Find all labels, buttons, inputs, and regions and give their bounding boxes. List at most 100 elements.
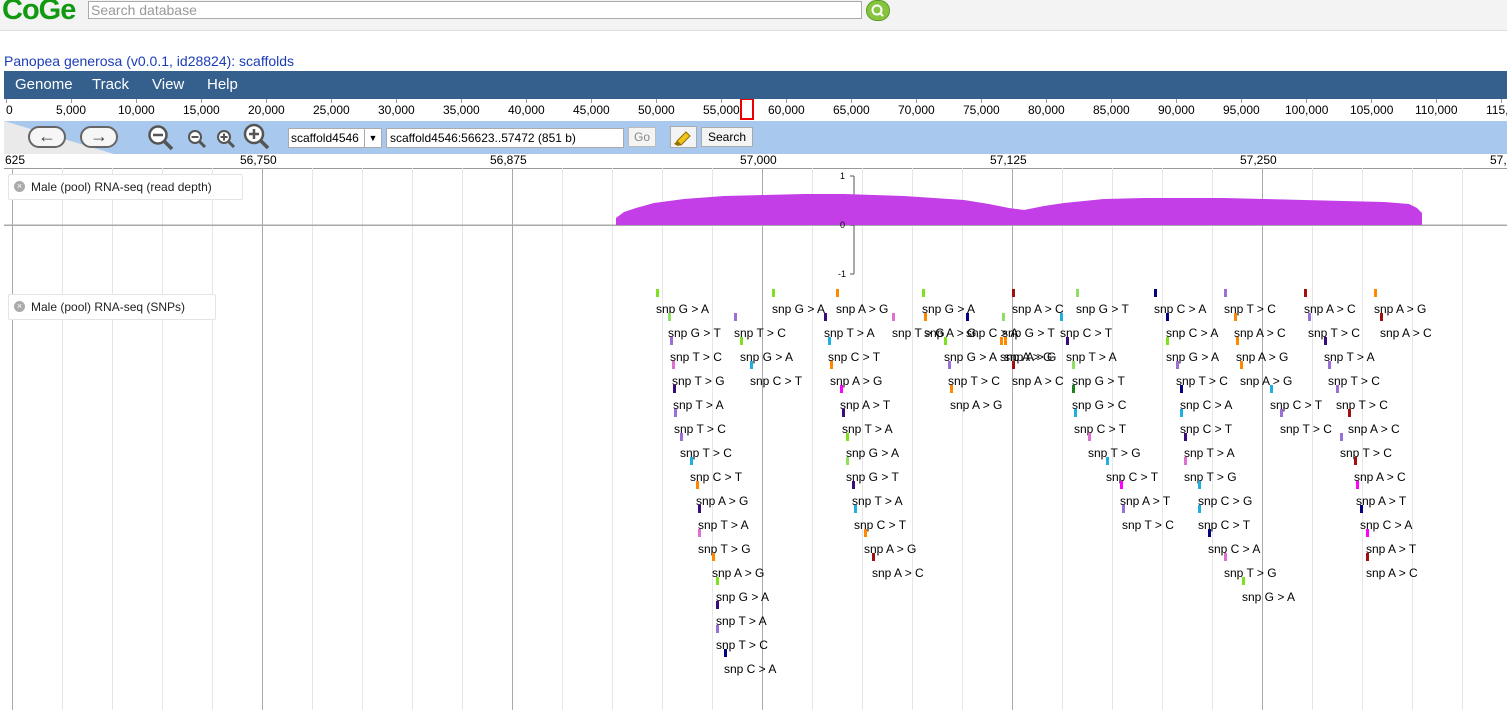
snp-marker[interactable] — [716, 577, 719, 585]
snp-marker[interactable] — [1348, 409, 1351, 417]
snp-feature[interactable]: snp G > T — [1002, 313, 1055, 340]
snp-feature[interactable]: snp A > C — [1304, 289, 1356, 316]
snp-marker[interactable] — [696, 481, 699, 489]
snp-marker[interactable] — [716, 601, 719, 609]
snp-feature[interactable]: snp C > T — [1074, 409, 1126, 436]
snp-marker[interactable] — [724, 649, 727, 657]
snp-feature[interactable]: snp C > T — [1270, 385, 1322, 412]
snp-marker[interactable] — [854, 505, 857, 513]
snp-marker[interactable] — [1154, 289, 1157, 297]
snp-marker[interactable] — [734, 313, 737, 321]
snp-marker[interactable] — [1184, 433, 1187, 441]
snp-marker[interactable] — [846, 433, 849, 441]
snp-feature[interactable]: snp A > T — [1356, 481, 1406, 508]
snp-feature[interactable]: snp T > G — [698, 529, 751, 556]
snp-marker[interactable] — [1224, 553, 1227, 561]
snp-feature[interactable]: snp G > C — [1072, 385, 1126, 412]
snp-marker[interactable] — [750, 361, 753, 369]
snp-feature[interactable]: snp T > C — [680, 433, 732, 460]
zoom-out-icon[interactable] — [186, 129, 208, 151]
snp-marker[interactable] — [712, 553, 715, 561]
snp-feature[interactable]: snp A > C — [872, 553, 924, 580]
snp-feature[interactable]: snp G > A — [740, 337, 793, 364]
snp-marker[interactable] — [966, 313, 969, 321]
snp-marker[interactable] — [1304, 289, 1307, 297]
snp-marker[interactable] — [1242, 577, 1245, 585]
snp-marker[interactable] — [1066, 337, 1069, 345]
snp-feature[interactable]: snp A > G — [830, 361, 882, 388]
snp-marker[interactable] — [1374, 289, 1377, 297]
snp-feature[interactable]: snp T > A — [1324, 337, 1375, 364]
snp-feature[interactable]: snp C > A — [1208, 529, 1260, 556]
snp-feature[interactable]: snp A > C — [1366, 553, 1418, 580]
snp-feature[interactable]: snp G > A — [1166, 337, 1219, 364]
snp-marker[interactable] — [668, 313, 671, 321]
snp-feature[interactable]: snp T > C — [1122, 505, 1174, 532]
snp-marker[interactable] — [1324, 337, 1327, 345]
snp-feature[interactable]: snp A > G — [1240, 361, 1292, 388]
snp-feature[interactable]: snp G > A — [656, 289, 709, 316]
snp-marker[interactable] — [828, 337, 831, 345]
page-title[interactable]: Panopea generosa (v0.0.1, id28824): scaf… — [4, 53, 294, 69]
snp-marker[interactable] — [1074, 409, 1077, 417]
snp-marker[interactable] — [656, 289, 659, 297]
snp-feature[interactable]: snp A > G — [712, 553, 764, 580]
snp-marker[interactable] — [1060, 313, 1063, 321]
snp-marker[interactable] — [1308, 313, 1311, 321]
snp-marker[interactable] — [1122, 505, 1125, 513]
snp-marker[interactable] — [836, 289, 839, 297]
snp-marker[interactable] — [673, 385, 676, 393]
snp-marker[interactable] — [864, 529, 867, 537]
track-label-snps[interactable]: × Male (pool) RNA-seq (SNPs) — [8, 294, 217, 320]
menu-genome[interactable]: Genome — [15, 76, 73, 93]
snp-feature[interactable]: snp T > C — [948, 361, 1000, 388]
snp-feature[interactable]: snp C > A — [1166, 313, 1218, 340]
snp-feature[interactable]: snp T > G — [1088, 433, 1141, 460]
snp-marker[interactable] — [680, 433, 683, 441]
snp-feature[interactable]: snp A > T — [1366, 529, 1416, 556]
snp-feature[interactable]: snp T > A — [824, 313, 875, 340]
menu-help[interactable]: Help — [207, 76, 238, 93]
snp-feature[interactable]: snp T > C — [670, 337, 722, 364]
snp-feature[interactable]: snp A > C — [1354, 457, 1406, 484]
snp-marker[interactable] — [1236, 337, 1239, 345]
snp-marker[interactable] — [842, 409, 845, 417]
snp-marker[interactable] — [698, 529, 701, 537]
search-track-button[interactable]: Search — [701, 127, 753, 147]
snp-marker[interactable] — [716, 625, 719, 633]
overview-location-box[interactable] — [740, 99, 754, 120]
snp-marker[interactable] — [1208, 529, 1211, 537]
overview-ruler[interactable]: 0 5,000 10,000 15,000 20,000 25,000 30,000 35,0… — [4, 99, 1507, 122]
snp-marker[interactable] — [1354, 457, 1357, 465]
snp-marker[interactable] — [740, 337, 743, 345]
snp-marker[interactable] — [950, 385, 953, 393]
snp-marker[interactable] — [1072, 361, 1075, 369]
snp-marker[interactable] — [1072, 385, 1075, 393]
zoom-out-large-icon[interactable] — [146, 124, 176, 152]
snp-feature[interactable]: snp T > A — [1184, 433, 1235, 460]
snp-feature[interactable]: snp C > T — [750, 361, 802, 388]
snp-feature[interactable]: snp C > A — [1180, 385, 1232, 412]
snp-marker[interactable] — [1240, 361, 1243, 369]
snp-feature[interactable]: snp A > T — [1120, 481, 1170, 508]
search-button[interactable] — [866, 0, 890, 21]
coge-logo[interactable]: CoGe — [2, 0, 76, 27]
snp-marker[interactable] — [1180, 385, 1183, 393]
snp-feature[interactable]: snp C > T — [854, 505, 906, 532]
snp-feature[interactable]: snp G > A — [772, 289, 825, 316]
snp-marker[interactable] — [872, 553, 875, 561]
snp-feature[interactable]: snp C > T — [1198, 505, 1250, 532]
snp-marker[interactable] — [1280, 409, 1283, 417]
snp-feature[interactable]: snp T > C — [1340, 433, 1392, 460]
snp-marker[interactable] — [1224, 289, 1227, 297]
close-icon[interactable]: × — [14, 301, 25, 312]
track-area[interactable]: × Male (pool) RNA-seq (read depth) 1 0 -… — [4, 168, 1507, 710]
snp-feature[interactable]: snp C > A — [1154, 289, 1206, 316]
snp-marker[interactable] — [944, 337, 947, 345]
snp-marker[interactable] — [674, 409, 677, 417]
snp-marker[interactable] — [1166, 337, 1169, 345]
snp-marker[interactable] — [698, 505, 701, 513]
snp-feature[interactable]: snp C > G — [1198, 481, 1252, 508]
snp-feature[interactable]: snp T > A — [698, 505, 749, 532]
snp-feature[interactable]: snp T > A — [842, 409, 893, 436]
